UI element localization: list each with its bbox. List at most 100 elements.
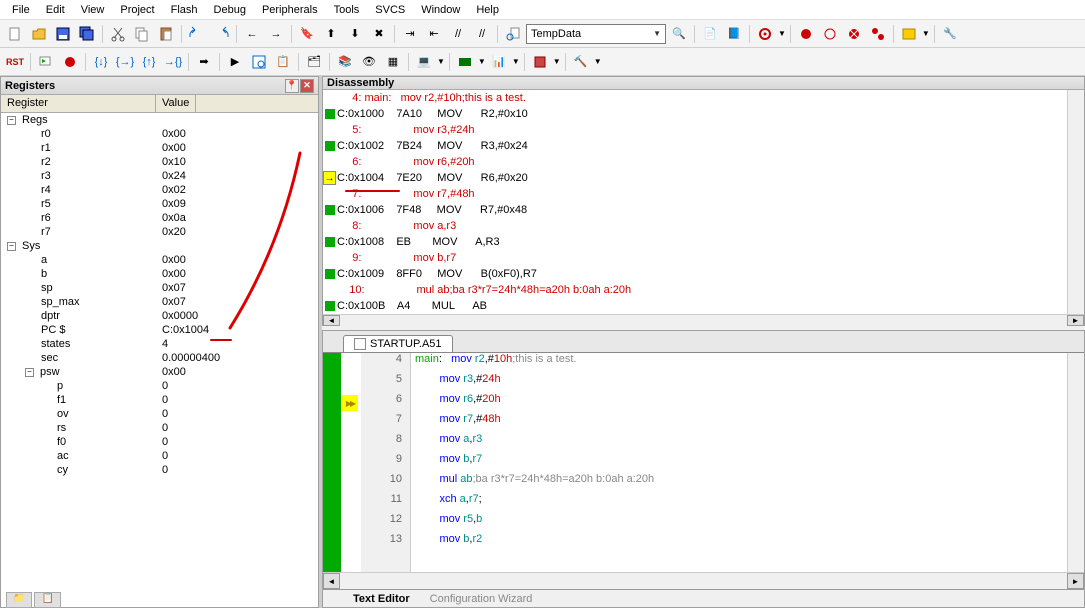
- outdent-button[interactable]: ⇤: [423, 23, 445, 45]
- register-row[interactable]: r10x00: [1, 141, 318, 155]
- disasm-line[interactable]: 5: mov r3,#24h: [323, 122, 1067, 138]
- cut-button[interactable]: [107, 23, 129, 45]
- run-to-cursor-button[interactable]: →{}: [162, 51, 184, 73]
- code-line[interactable]: mov b,r2: [415, 533, 1067, 553]
- register-row[interactable]: r30x24: [1, 169, 318, 183]
- register-row[interactable]: −Sys: [1, 239, 318, 253]
- disasm-line[interactable]: 6: mov r6,#20h: [323, 154, 1067, 170]
- toolbox-button[interactable]: 🔨: [570, 51, 592, 73]
- watch-window-button[interactable]: 👁: [358, 51, 380, 73]
- breakpoint-enable-all-button[interactable]: [867, 23, 889, 45]
- project-tab[interactable]: 📁: [6, 592, 32, 608]
- new-file-button[interactable]: [4, 23, 26, 45]
- registers-tab[interactable]: 📋: [34, 592, 60, 608]
- step-into-button[interactable]: {↓}: [90, 51, 112, 73]
- disasm-line[interactable]: 10: mul ab;ba r3*r7=24h*48h=a20h b:0ah a…: [323, 282, 1067, 298]
- find-button[interactable]: 🔍: [668, 23, 690, 45]
- disasm-line[interactable]: C:0x1002 7B24 MOV R3,#0x24: [323, 138, 1067, 154]
- open-button[interactable]: [28, 23, 50, 45]
- register-row[interactable]: −psw0x00: [1, 365, 318, 379]
- register-row[interactable]: sec0.00000400: [1, 351, 318, 365]
- disasm-hscroll[interactable]: ◄►: [323, 314, 1084, 326]
- project-window-button[interactable]: 📄: [699, 23, 721, 45]
- register-row[interactable]: ac0: [1, 449, 318, 463]
- menu-peripherals[interactable]: Peripherals: [254, 2, 326, 18]
- debug-button[interactable]: [754, 23, 776, 45]
- breakpoint-disable-button[interactable]: [819, 23, 841, 45]
- register-row[interactable]: rs0: [1, 421, 318, 435]
- callstack-window-button[interactable]: 📚: [334, 51, 356, 73]
- register-row[interactable]: f00: [1, 435, 318, 449]
- disasm-line[interactable]: C:0x1009 8FF0 MOV B(0xF0),R7: [323, 266, 1067, 282]
- editor-hscroll[interactable]: ◄►: [323, 572, 1084, 589]
- bookmark-next-button[interactable]: ⬇: [344, 23, 366, 45]
- bookmark-prev-button[interactable]: ⬆: [320, 23, 342, 45]
- disasm-window-button[interactable]: [248, 51, 270, 73]
- code-line[interactable]: mul ab;ba r3*r7=24h*48h=a20h b:0ah a:20h: [415, 473, 1067, 493]
- bookmark-clear-button[interactable]: ✖: [368, 23, 390, 45]
- register-row[interactable]: a0x00: [1, 253, 318, 267]
- register-row[interactable]: r40x02: [1, 183, 318, 197]
- symbols-window-button[interactable]: 📋: [272, 51, 294, 73]
- undo-button[interactable]: [186, 23, 208, 45]
- nav-back-button[interactable]: ←: [241, 23, 263, 45]
- disasm-line[interactable]: 7: mov r7,#48h: [323, 186, 1067, 202]
- disasm-line[interactable]: 8: mov a,r3: [323, 218, 1067, 234]
- step-out-button[interactable]: {↑}: [138, 51, 160, 73]
- editor-bottom-tab-text[interactable]: Text Editor: [353, 593, 410, 605]
- editor-bottom-tab-wizard[interactable]: Configuration Wizard: [430, 593, 533, 605]
- save-all-button[interactable]: [76, 23, 98, 45]
- menu-flash[interactable]: Flash: [163, 2, 206, 18]
- editor-code[interactable]: main: mov r2,#10h;this is a test. mov r3…: [411, 353, 1067, 572]
- configure-button[interactable]: 🔧: [939, 23, 961, 45]
- code-line[interactable]: mov r3,#24h: [415, 373, 1067, 393]
- paste-button[interactable]: [155, 23, 177, 45]
- save-button[interactable]: [52, 23, 74, 45]
- system-viewer-button[interactable]: [529, 51, 551, 73]
- register-row[interactable]: r20x10: [1, 155, 318, 169]
- nav-fwd-button[interactable]: →: [265, 23, 287, 45]
- register-row[interactable]: r60x0a: [1, 211, 318, 225]
- code-line[interactable]: mov b,r7: [415, 453, 1067, 473]
- menu-project[interactable]: Project: [112, 2, 162, 18]
- editor-vscroll[interactable]: [1067, 353, 1084, 572]
- pin-icon[interactable]: 📍: [285, 79, 299, 93]
- register-row[interactable]: sp_max0x07: [1, 295, 318, 309]
- registers-window-button[interactable]: 🗂: [303, 51, 325, 73]
- disasm-line[interactable]: C:0x1004 7E20 MOV R6,#0x20: [323, 170, 1067, 186]
- copy-button[interactable]: [131, 23, 153, 45]
- disasm-line[interactable]: C:0x1006 7F48 MOV R7,#0x48: [323, 202, 1067, 218]
- register-row[interactable]: r70x20: [1, 225, 318, 239]
- code-line[interactable]: mov r5,b: [415, 513, 1067, 533]
- disasm-line[interactable]: 9: mov b,r7: [323, 250, 1067, 266]
- stop-button[interactable]: [59, 51, 81, 73]
- trace-window-button[interactable]: 📊: [488, 51, 510, 73]
- disasm-line[interactable]: C:0x100B A4 MUL AB: [323, 298, 1067, 314]
- code-line[interactable]: mov r6,#20h: [415, 393, 1067, 413]
- disasm-vscroll[interactable]: [1067, 90, 1084, 314]
- menu-debug[interactable]: Debug: [206, 2, 254, 18]
- menu-edit[interactable]: Edit: [38, 2, 73, 18]
- bookmark-button[interactable]: 🔖: [296, 23, 318, 45]
- disasm-line[interactable]: C:0x1008 EB MOV A,R3: [323, 234, 1067, 250]
- menu-tools[interactable]: Tools: [326, 2, 368, 18]
- code-line[interactable]: main: mov r2,#10h;this is a test.: [415, 353, 1067, 373]
- serial-window-button[interactable]: 💻: [413, 51, 435, 73]
- register-row[interactable]: b0x00: [1, 267, 318, 281]
- reset-button[interactable]: RST: [4, 51, 26, 73]
- breakpoint-kill-button[interactable]: [843, 23, 865, 45]
- register-row[interactable]: PC $C:0x1004: [1, 323, 318, 337]
- close-icon[interactable]: ✕: [300, 79, 314, 93]
- code-line[interactable]: xch a,r7;: [415, 493, 1067, 513]
- register-row[interactable]: r50x09: [1, 197, 318, 211]
- register-row[interactable]: p0: [1, 379, 318, 393]
- menu-view[interactable]: View: [73, 2, 113, 18]
- editor-breakpoint-gutter[interactable]: [341, 353, 361, 572]
- uncomment-button[interactable]: //: [471, 23, 493, 45]
- menu-help[interactable]: Help: [468, 2, 507, 18]
- target-combo[interactable]: TempData▼: [526, 24, 666, 44]
- code-line[interactable]: mov r7,#48h: [415, 413, 1067, 433]
- books-window-button[interactable]: 📘: [723, 23, 745, 45]
- command-window-button[interactable]: ▶: [224, 51, 246, 73]
- menu-svcs[interactable]: SVCS: [367, 2, 413, 18]
